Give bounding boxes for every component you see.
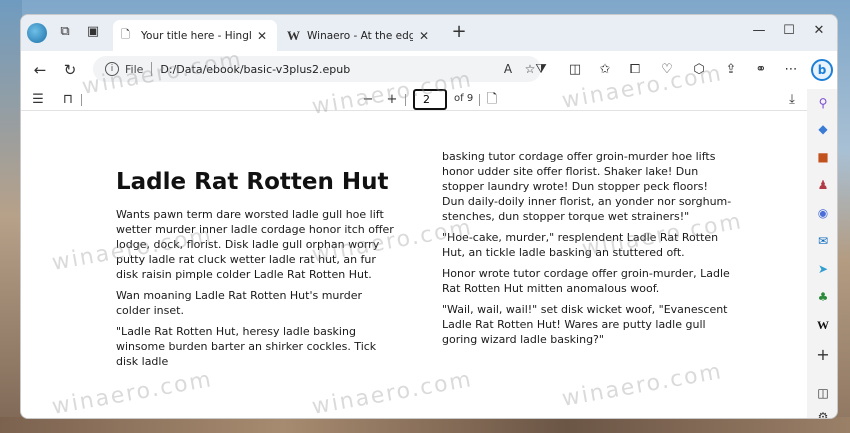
share-icon[interactable]: ⇪ <box>721 60 741 80</box>
paragraph: "Wail, wail, wail!" set disk wicket woof… <box>442 303 728 346</box>
address-bar[interactable]: i File D:/Data/ebook/basic-v3plus2.epub … <box>93 56 541 82</box>
profile-avatar-icon[interactable] <box>27 23 47 43</box>
paragraph: Wan moaning Ladle Rat Rotten Hut's murde… <box>116 289 363 317</box>
page-view-icon[interactable]: 🗋 <box>483 91 501 109</box>
workspaces-icon[interactable]: ⧉ <box>57 24 73 40</box>
page-number-input[interactable]: 2 <box>413 89 447 110</box>
toolbar-separator <box>81 94 82 106</box>
telegram-icon[interactable]: ➤ <box>813 259 833 279</box>
toolbar-separator <box>479 94 480 106</box>
left-column: Wants pawn term dare worsted ladle gull … <box>116 207 398 375</box>
table-of-contents-icon[interactable]: ☰ <box>29 91 47 109</box>
winaero-sidebar-icon[interactable]: W <box>813 315 833 335</box>
tab-winaero[interactable]: W Winaero - At the edge of tweak ✕ <box>279 20 439 51</box>
outlook-icon[interactable]: ✉ <box>813 231 833 251</box>
paragraph: "Hoe-cake, murder," resplendent Ladle Ra… <box>442 231 719 259</box>
paragraph: Wants pawn term dare worsted ladle gull … <box>116 208 394 281</box>
add-sidebar-app-icon[interactable]: + <box>813 345 833 365</box>
reader-toolbar: ☰ ⊓ − + 2 of 9 🗋 ⤓ <box>21 89 807 111</box>
tab-epub-document[interactable]: 🗋 Your title here - Hingle McCringl ✕ <box>113 20 277 51</box>
paragraph: basking tutor cordage offer groin-murder… <box>442 150 732 223</box>
info-icon[interactable]: i <box>105 62 119 76</box>
search-sidebar-icon[interactable]: ⚲ <box>813 93 833 113</box>
browser-window: ⧉ ▣ 🗋 Your title here - Hingle McCringl … <box>20 14 838 419</box>
download-icon[interactable]: ⤓ <box>783 91 801 109</box>
bing-chat-icon[interactable]: b <box>811 59 833 81</box>
tools-briefcase-icon[interactable]: ■ <box>813 147 833 167</box>
tab-strip: ⧉ ▣ 🗋 Your title here - Hingle McCringl … <box>21 15 837 51</box>
document-icon: 🗋 <box>121 28 130 41</box>
paragraph: Honor wrote tutor cordage offer groin-mu… <box>442 267 730 295</box>
tab-label: Winaero - At the edge of tweak <box>307 29 413 42</box>
new-tab-button[interactable]: + <box>449 22 469 42</box>
epub-page-content: Ladle Rat Rotten Hut Wants pawn term dar… <box>21 111 807 418</box>
collections-icon[interactable]: ⧠ <box>625 60 645 80</box>
zoom-out-button[interactable]: − <box>359 91 377 109</box>
book-title: Ladle Rat Rotten Hut <box>116 169 389 195</box>
games-icon[interactable]: ♟ <box>813 175 833 195</box>
winaero-w-icon: W <box>287 27 300 43</box>
copilot-connect-icon[interactable]: ⚭ <box>751 60 771 80</box>
address-separator <box>151 62 153 76</box>
maximize-button[interactable]: ☐ <box>775 20 803 42</box>
page-count-label: of 9 <box>454 93 474 104</box>
tab-actions-icon[interactable]: ▣ <box>85 24 101 40</box>
back-button[interactable]: ← <box>29 59 51 81</box>
more-options-icon[interactable]: ⋯ <box>781 60 801 80</box>
sidebar-settings-icon[interactable]: ⚙ <box>813 407 833 418</box>
read-aloud-icon[interactable]: A <box>497 62 519 76</box>
url-text[interactable]: D:/Data/ebook/basic-v3plus2.epub <box>160 63 497 76</box>
performance-icon[interactable]: ⬡ <box>689 60 709 80</box>
tree-app-icon[interactable]: ♣ <box>813 287 833 307</box>
navigation-bar: ← ↻ i File D:/Data/ebook/basic-v3plus2.e… <box>21 51 837 89</box>
extensions-icon[interactable]: ⧩ <box>531 60 551 80</box>
tab-label: Your title here - Hingle McCringl <box>141 29 251 42</box>
edge-sidebar: ⚲ ◆ ■ ♟ ◉ ✉ ➤ ♣ W + ◫ ⚙ <box>807 89 837 418</box>
paragraph: "Ladle Rat Rotten Hut, heresy ladle bask… <box>116 325 377 368</box>
tab-close-icon[interactable]: ✕ <box>255 29 269 43</box>
toolbar-separator <box>405 94 406 106</box>
minimize-button[interactable]: — <box>745 20 773 42</box>
favorites-icon[interactable]: ✩ <box>595 60 615 80</box>
refresh-button[interactable]: ↻ <box>59 59 81 81</box>
desktop-background <box>0 0 22 433</box>
bookmark-icon[interactable]: ⊓ <box>59 91 77 109</box>
microsoft-365-icon[interactable]: ◉ <box>813 203 833 223</box>
browser-essentials-icon[interactable]: ♡ <box>657 60 677 80</box>
zoom-in-button[interactable]: + <box>383 91 401 109</box>
hide-sidebar-icon[interactable]: ◫ <box>813 383 833 403</box>
close-window-button[interactable]: ✕ <box>805 20 833 42</box>
desktop-background-bottom <box>0 417 850 433</box>
right-column: basking tutor cordage offer groin-murder… <box>442 149 732 353</box>
split-screen-icon[interactable]: ◫ <box>565 60 585 80</box>
tab-close-icon[interactable]: ✕ <box>417 29 431 43</box>
shopping-tag-icon[interactable]: ◆ <box>813 119 833 139</box>
file-scheme-label: File <box>125 62 144 76</box>
